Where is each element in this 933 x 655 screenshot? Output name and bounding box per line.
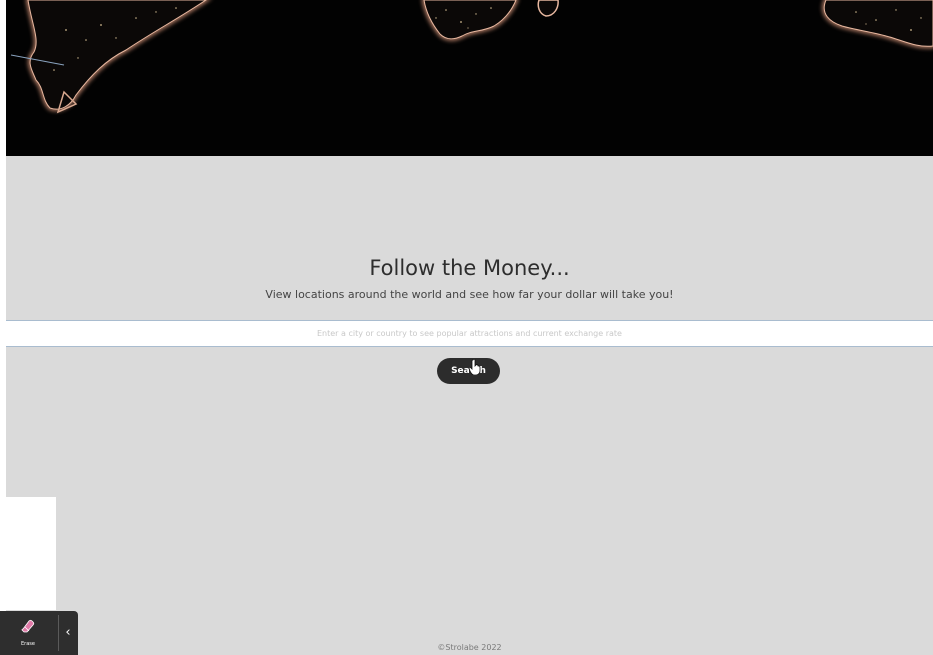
page-subtitle: View locations around the world and see … <box>265 288 674 301</box>
page-title: Follow the Money... <box>369 256 570 280</box>
collapse-toolbar-button[interactable]: ‹ <box>60 623 76 643</box>
drawing-toolbar: Erase ‹ <box>0 611 78 655</box>
toolbar-divider <box>58 615 59 651</box>
eraser-icon <box>21 619 35 633</box>
page-body: Follow the Money... View locations aroun… <box>6 0 933 655</box>
footer-copyright: ©Strolabe 2022 <box>437 643 502 652</box>
side-panel <box>0 497 56 610</box>
hero-banner-world-map <box>6 0 933 156</box>
erase-label: Erase <box>21 641 35 647</box>
erase-tool-button[interactable]: Erase <box>6 611 50 655</box>
night-map-image <box>10 0 933 114</box>
hand-cursor-icon <box>469 359 481 375</box>
chevron-left-icon: ‹ <box>65 625 71 640</box>
search-input[interactable] <box>6 320 933 347</box>
